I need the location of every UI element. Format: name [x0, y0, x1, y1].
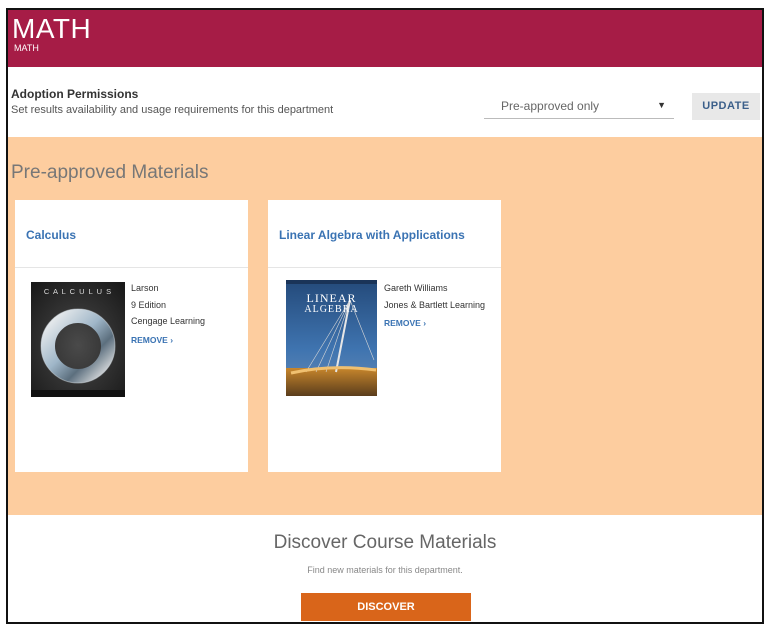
cover-title-line2: ALGEBRA — [304, 304, 359, 315]
cover-title-line1: LINEAR — [306, 291, 357, 305]
card-divider — [15, 267, 248, 268]
department-title: MATH — [12, 13, 92, 44]
material-publisher: Cengage Learning — [131, 316, 206, 326]
permissions-select[interactable]: Pre-approved only ▼ — [484, 93, 674, 119]
material-author: Larson — [131, 283, 159, 293]
material-meta: Larson 9 Edition Cengage Learning REMOVE… — [131, 280, 205, 348]
preapproved-materials-section: Pre-approved Materials Calculus C A L C … — [8, 137, 762, 515]
card-divider — [268, 267, 501, 268]
chevron-down-icon: ▼ — [657, 100, 666, 110]
adoption-permissions: Adoption Permissions Set results availab… — [8, 67, 762, 137]
material-card-linear-algebra: Linear Algebra with Applications LINEAR … — [268, 200, 501, 472]
material-card-calculus: Calculus C A L C U L U S Larson 9 Editio… — [15, 200, 248, 472]
remove-link[interactable]: REMOVE › — [384, 315, 485, 332]
material-author: Gareth Williams — [384, 283, 448, 293]
material-edition: 9 Edition — [131, 299, 167, 310]
app-frame: MATH MATH Adoption Permissions Set resul… — [6, 8, 764, 624]
material-title[interactable]: Calculus — [26, 228, 76, 242]
department-header: MATH MATH — [8, 10, 762, 67]
department-subtitle: MATH — [14, 43, 39, 53]
permissions-select-value: Pre-approved only — [501, 99, 600, 113]
discover-title: Discover Course Materials — [273, 532, 497, 553]
material-title[interactable]: Linear Algebra with Applications — [279, 228, 465, 242]
cover-title: C A L C U L U S — [43, 287, 113, 296]
permissions-description: Set results availability and usage requi… — [11, 104, 334, 116]
discover-subtitle: Find new materials for this department. — [307, 565, 463, 575]
material-meta: Gareth Williams Jones & Bartlett Learnin… — [384, 280, 485, 332]
remove-link[interactable]: REMOVE › — [131, 332, 205, 349]
section-title: Pre-approved Materials — [11, 162, 209, 183]
book-cover-calculus: C A L C U L U S — [31, 282, 125, 397]
permissions-title: Adoption Permissions — [11, 87, 139, 101]
material-publisher: Jones & Bartlett Learning — [384, 299, 486, 310]
update-button[interactable]: UPDATE — [692, 93, 760, 120]
discover-button[interactable]: DISCOVER — [301, 593, 471, 621]
book-cover-linear-algebra: LINEAR ALGEBRA — [286, 280, 377, 396]
discover-section: Discover Course Materials Find new mater… — [8, 515, 762, 622]
